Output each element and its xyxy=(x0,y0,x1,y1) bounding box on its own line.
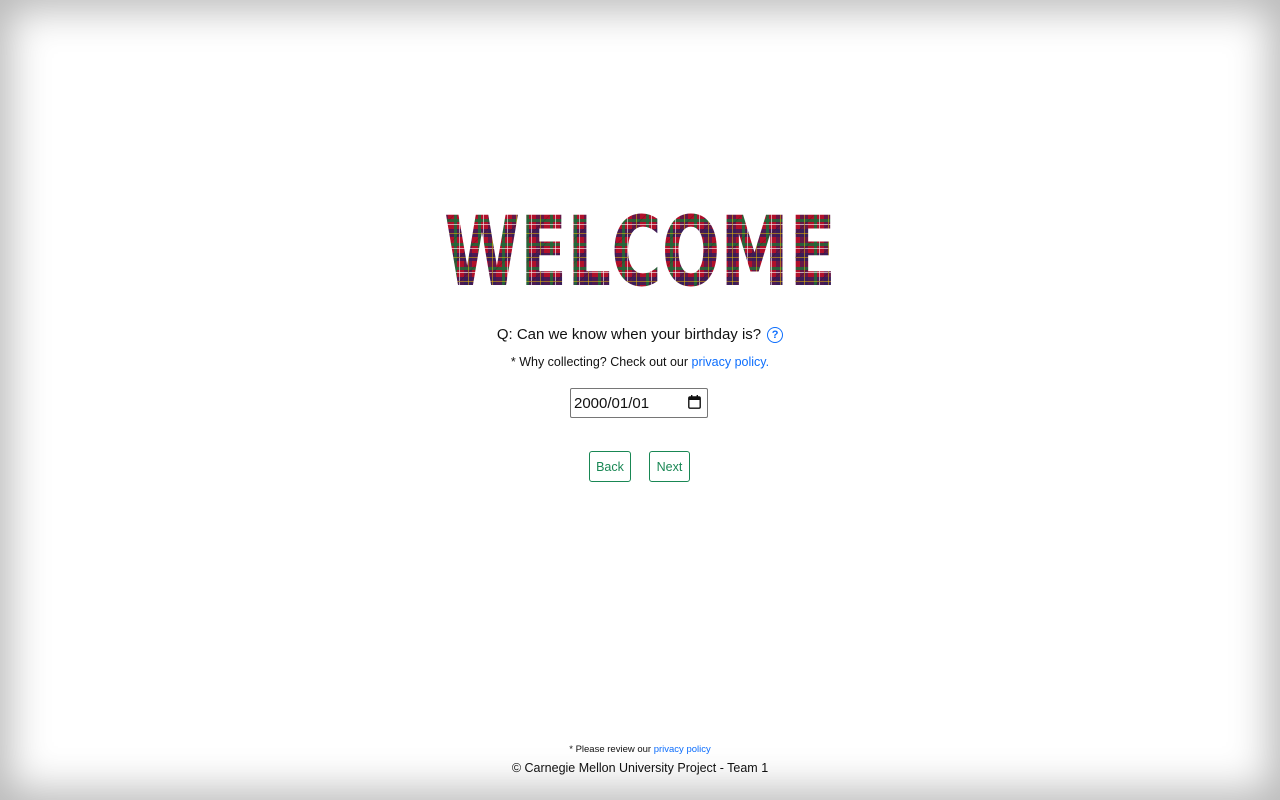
question-text: Q: Can we know when your birthday is? xyxy=(496,326,762,343)
welcome-plaid-logo: WELCOME xyxy=(444,205,836,295)
question-circle-icon[interactable]: ? xyxy=(767,327,784,343)
calendar-icon[interactable] xyxy=(688,395,701,409)
welcome-heading: WELCOME xyxy=(440,205,840,295)
why-prefix: * Why collecting? Check out our xyxy=(510,355,692,369)
back-button[interactable]: Back xyxy=(589,451,631,482)
footer-copyright: © Carnegie Mellon University Project - T… xyxy=(511,761,769,775)
date-value: 2000/01/01 xyxy=(574,395,650,412)
birthday-date-input[interactable]: 2000/01/01 xyxy=(570,388,708,418)
why-suffix: . xyxy=(765,355,770,369)
birthday-question: Q: Can we know when your birthday is?? xyxy=(0,326,1280,343)
why-collecting-note: * Why collecting? Check out our privacy … xyxy=(0,355,1280,369)
footer-note-prefix: * Please review our xyxy=(569,744,654,755)
footer-privacy-policy-link[interactable]: privacy policy xyxy=(654,744,711,755)
welcome-page: WELCOME Q: Can we know when your birthda… xyxy=(0,0,1280,800)
next-button[interactable]: Next xyxy=(649,451,690,482)
privacy-policy-link[interactable]: privacy policy xyxy=(692,355,766,369)
footer-privacy-note: * Please review our privacy policy xyxy=(0,744,1280,755)
welcome-title: WELCOME xyxy=(444,205,836,295)
